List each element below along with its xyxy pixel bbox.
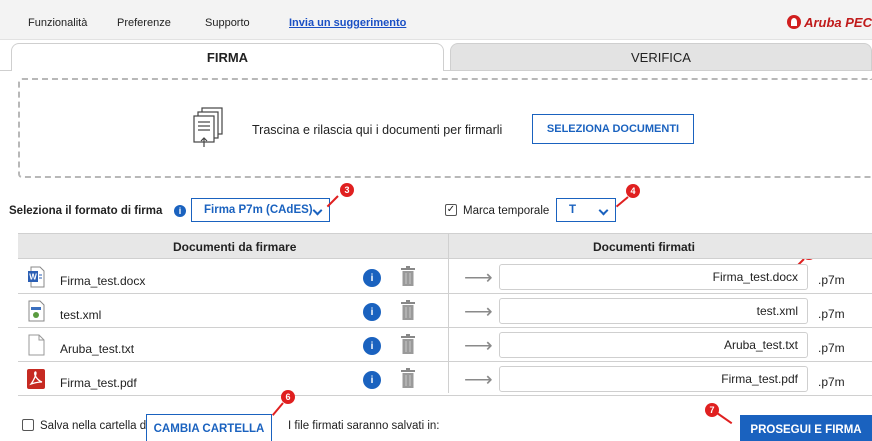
suggestion-link[interactable]: Invia un suggerimento [289,17,406,29]
select-documents-button[interactable]: SELEZIONA DOCUMENTI [532,114,694,144]
source-file-name: Aruba_test.txt [60,342,135,356]
timestamp-label: Marca temporale [463,205,550,217]
aruba-pec-logo: Aruba PEC [787,12,872,32]
annotation-badge-7: 7 [705,403,719,417]
trash-icon[interactable] [401,334,415,354]
source-file-name: Firma_test.docx [60,274,146,288]
chevron-down-icon [598,205,609,216]
arrow-right-icon: ⟶ [464,335,493,357]
documents-table-header: Documenti da firmare Documenti firmati [18,233,872,259]
drop-zone-text: Trascina e rilascia qui i documenti per … [252,123,503,137]
menu-item-supporto[interactable]: Supporto [205,17,250,29]
trash-icon[interactable] [401,300,415,320]
logo-text: Aruba PEC [804,14,872,30]
signed-file-extension: .p7m [818,341,845,355]
annotation-arrow-6 [271,402,284,416]
text-file-icon [28,334,45,356]
annotation-arrow-7 [716,412,733,425]
annotation-badge-3: 3 [340,183,354,197]
signed-file-extension: .p7m [818,375,845,389]
menu-item-preferenze[interactable]: Preferenze [117,17,171,29]
signed-file-name-field[interactable]: test.xml [499,298,808,324]
drop-zone[interactable]: Trascina e rilascia qui i documenti per … [18,78,872,178]
table-row: Firma_test.pdf i ⟶ Firma_test.pdf .p7m [18,362,872,396]
signature-format-select[interactable]: Firma P7m (CAdES) [191,198,330,222]
tab-firma[interactable]: FIRMA [11,43,444,71]
annotation-badge-6: 6 [281,390,295,404]
proceed-sign-button[interactable]: PROSEGUI E FIRMA [740,415,872,441]
signed-file-name-field[interactable]: Firma_test.pdf [499,366,808,392]
menu-item-funzionalita[interactable]: Funzionalità [28,17,87,29]
top-menu-bar: Funzionalità Preferenze Supporto Invia u… [0,0,872,40]
source-file-name: test.xml [60,308,102,322]
file-info-icon[interactable]: i [363,269,381,287]
annotation-badge-4: 4 [626,184,640,198]
save-origin-checkbox[interactable] [22,419,34,431]
source-file-name: Firma_test.pdf [60,376,137,390]
documents-upload-icon [193,107,223,147]
change-folder-button[interactable]: CAMBIA CARTELLA [146,414,272,441]
arrow-right-icon: ⟶ [464,369,493,391]
arrow-right-icon: ⟶ [464,267,493,289]
svg-text:W: W [29,273,37,282]
tab-verifica[interactable]: VERIFICA [450,43,872,71]
signed-file-name-field[interactable]: Aruba_test.txt [499,332,808,358]
table-row: test.xml i ⟶ test.xml .p7m [18,294,872,328]
format-info-icon[interactable]: i [174,205,186,217]
xml-file-icon [28,300,45,322]
chevron-down-icon [312,205,323,216]
pdf-file-icon [27,369,45,389]
signed-file-extension: .p7m [818,307,845,321]
signature-format-label: Seleziona il formato di firma [9,205,163,217]
signature-format-value: Firma P7m (CAdES) [204,204,313,216]
aruba-logo-icon [787,15,802,29]
signed-file-extension: .p7m [818,273,845,287]
trash-icon[interactable] [401,266,415,286]
trash-icon[interactable] [401,368,415,388]
signed-file-name-field[interactable]: Firma_test.docx [499,264,808,290]
table-row: W Firma_test.docx i ⟶ Firma_test.docx .p… [18,260,872,294]
word-file-icon: W [28,266,45,288]
table-row: Aruba_test.txt i ⟶ Aruba_test.txt .p7m [18,328,872,362]
timestamp-value: T [569,204,577,216]
file-info-icon[interactable]: i [363,337,381,355]
header-signed-documents: Documenti firmati [593,240,696,254]
header-documents-to-sign: Documenti da firmare [173,240,297,254]
timestamp-checkbox[interactable]: ✓ [445,204,457,216]
timestamp-select[interactable]: T [556,198,616,222]
arrow-right-icon: ⟶ [464,301,493,323]
file-info-icon[interactable]: i [363,371,381,389]
save-location-text: I file firmati saranno salvati in: [288,420,440,432]
file-info-icon[interactable]: i [363,303,381,321]
annotation-arrow-4 [615,196,629,208]
